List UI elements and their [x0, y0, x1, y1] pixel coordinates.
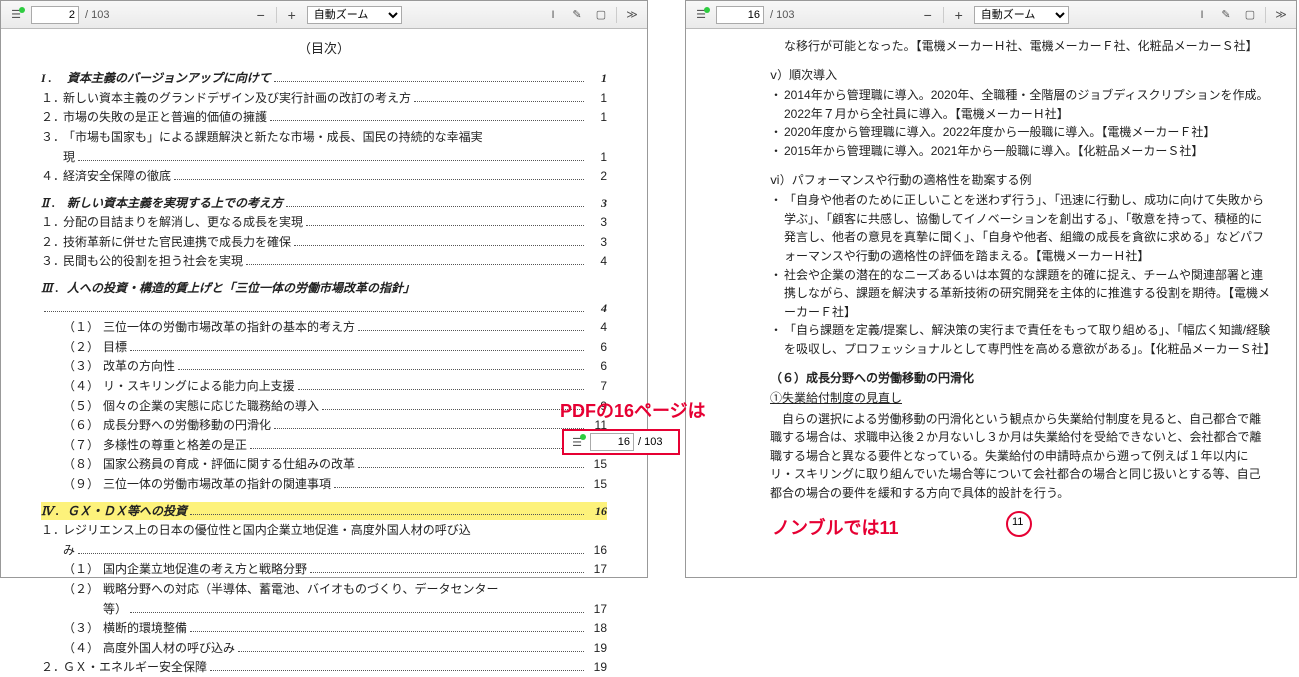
toc-item: み16: [41, 541, 607, 560]
zoom-out-button[interactable]: −: [252, 6, 270, 24]
toc-item: 現1: [41, 148, 607, 167]
toc-item: （３）改革の方向性6: [41, 357, 607, 376]
separator: [1265, 7, 1266, 23]
subhead-vi: ⅵ）パフォーマンスや行動の適格性を勘案する例: [770, 171, 1272, 190]
body-paragraph: 自らの選択による労働移動の円滑化という観点から失業給付制度を見ると、自己都合で離…: [770, 410, 1272, 503]
toc-item: （７）多様性の尊重と格差の是正13: [41, 436, 607, 455]
page-total-label: / 103: [85, 9, 109, 21]
separator: [616, 7, 617, 23]
image-icon[interactable]: ▢: [1241, 6, 1259, 24]
toc-item: 等）17: [41, 600, 607, 619]
right-page-content: な移行が可能となった。【電機メーカーＨ社、電機メーカーＦ社、化粧品メーカーＳ社】…: [686, 29, 1296, 503]
sidebar-toggle-icon: ☰: [568, 433, 586, 451]
zoom-in-button[interactable]: +: [283, 6, 301, 24]
toc-item: （９）三位一体の労働市場改革の指針の関連事項15: [41, 475, 607, 494]
page-number-input[interactable]: [716, 6, 764, 24]
toc-section-2: Ⅱ . 新しい資本主義を実現する上での考え方 3: [41, 194, 607, 213]
toc-item: （５）個々の企業の実態に応じた職務給の導入9: [41, 397, 607, 416]
toc-section-3: Ⅲ . 人への投資・構造的賃上げと「三位一体の労働市場改革の指針」: [41, 279, 607, 298]
bullet-item: ・2020年度から管理職に導入。2022年度から一般職に導入。【電機メーカーＦ社…: [770, 123, 1272, 142]
toc-item: ２．技術革新に併せた官民連携で成長力を確保3: [41, 233, 607, 252]
toc-item: （６）成長分野への労働移動の円滑化11: [41, 416, 607, 435]
toc-item: （１）国内企業立地促進の考え方と戦略分野17: [41, 560, 607, 579]
draw-icon[interactable]: ✎: [568, 6, 586, 24]
toc-title: （目次）: [41, 39, 607, 59]
toc-item: １．レジリエンス上の日本の優位性と国内企業立地促進・高度外国人材の呼び込: [41, 521, 607, 540]
toc-item: ３．民間も公的役割を担う社会を実現4: [41, 252, 607, 271]
callout-pagebox: ☰ / 103: [562, 429, 680, 455]
toolbar-left: ☰ / 103 − + 自動ズーム I ✎ ▢ ≫: [1, 1, 647, 29]
toc-item: ２．ＧＸ・エネルギー安全保障19: [41, 658, 607, 677]
zoom-select[interactable]: 自動ズーム: [974, 6, 1069, 24]
bullet-item: ・「自身や他者のために正しいことを迷わず行う」、「迅速に行動し、成功に向けて失敗…: [770, 191, 1272, 265]
draw-icon[interactable]: ✎: [1217, 6, 1235, 24]
toolbar-right: ☰ / 103 − + 自動ズーム I ✎ ▢ ≫: [686, 1, 1296, 29]
left-pdf-pane: ☰ / 103 − + 自動ズーム I ✎ ▢ ≫ （目次） I . 資本主義の…: [0, 0, 648, 578]
toc-item: １．新しい資本主義のグランドデザイン及び実行計画の改訂の考え方1: [41, 89, 607, 108]
more-tools-icon[interactable]: ≫: [1272, 6, 1290, 24]
text-cursor-icon[interactable]: I: [544, 6, 562, 24]
sidebar-toggle-icon[interactable]: ☰: [7, 6, 25, 24]
toc-item: （３）横断的環境整備18: [41, 619, 607, 638]
sidebar-toggle-icon[interactable]: ☰: [692, 6, 710, 24]
bullet-item: ・「自ら課題を定義/提案し、解決策の実行まで責任をもって取り組める」、「幅広く知…: [770, 321, 1272, 358]
separator: [943, 7, 944, 23]
right-pdf-pane: ☰ / 103 − + 自動ズーム I ✎ ▢ ≫ な移行が可能となった。【電機…: [685, 0, 1297, 578]
toc-section-1: I . 資本主義のバージョンアップに向けて 1: [41, 69, 607, 88]
subheading-6-1: ①失業給付制度の見直し: [770, 389, 1272, 408]
toc-item: （２）目標6: [41, 338, 607, 357]
more-tools-icon[interactable]: ≫: [623, 6, 641, 24]
zoom-select[interactable]: 自動ズーム: [307, 6, 402, 24]
toc-item: １．分配の目詰まりを解消し、更なる成長を実現3: [41, 213, 607, 232]
annotation-text-2: ノンブルでは11: [772, 514, 899, 540]
toc-item: ４．経済安全保障の徹底2: [41, 167, 607, 186]
page-number-input-callout: [590, 433, 634, 451]
page-total-callout: / 103: [638, 436, 662, 448]
toc-item: （１）三位一体の労働市場改革の指針の基本的考え方4: [41, 318, 607, 337]
bullet-item: ・社会や企業の潜在的なニーズあるいは本質的な課題を的確に捉え、チームや関連部署と…: [770, 266, 1272, 322]
page-total-label: / 103: [770, 9, 794, 21]
toc-section-4: Ⅳ . ＧＸ・ＤＸ等への投資 16: [41, 502, 607, 521]
toc-item: ２．市場の失敗の是正と普遍的価値の擁護1: [41, 108, 607, 127]
zoom-in-button[interactable]: +: [950, 6, 968, 24]
heading-6: （６）成長分野への労働移動の円滑化: [770, 369, 1272, 388]
image-icon[interactable]: ▢: [592, 6, 610, 24]
toc-item: （４）高度外国人材の呼び込み19: [41, 639, 607, 658]
body-text: な移行が可能となった。【電機メーカーＨ社、電機メーカーＦ社、化粧品メーカーＳ社】: [770, 37, 1272, 56]
zoom-out-button[interactable]: −: [919, 6, 937, 24]
text-cursor-icon[interactable]: I: [1193, 6, 1211, 24]
toc-item: ３．「市場も国家も」による課題解決と新たな市場・成長、国民の持続的な幸福実: [41, 128, 607, 147]
toc-item: （８）国家公務員の育成・評価に関する仕組みの改革15: [41, 455, 607, 474]
subhead-v: ⅴ）順次導入: [770, 66, 1272, 85]
page-number-input[interactable]: [31, 6, 79, 24]
page-nombre: 11: [1012, 516, 1023, 528]
toc-item: （４）リ・スキリングによる能力向上支援7: [41, 377, 607, 396]
bullet-item: ・2015年から管理職に導入。2021年から一般職に導入。【化粧品メーカーＳ社】: [770, 142, 1272, 161]
toc-section-3b: 4: [41, 299, 607, 318]
bullet-item: ・2014年から管理職に導入。2020年、全職種・全階層のジョブディスクリプショ…: [770, 86, 1272, 123]
annotation-text-1: PDFの16ページは: [560, 397, 706, 423]
toc-item: （２）戦略分野への対応（半導体、蓄電池、バイオものづくり、データセンター: [41, 580, 607, 599]
separator: [276, 7, 277, 23]
left-page-content: （目次） I . 資本主義のバージョンアップに向けて 1 １．新しい資本主義のグ…: [1, 29, 647, 677]
